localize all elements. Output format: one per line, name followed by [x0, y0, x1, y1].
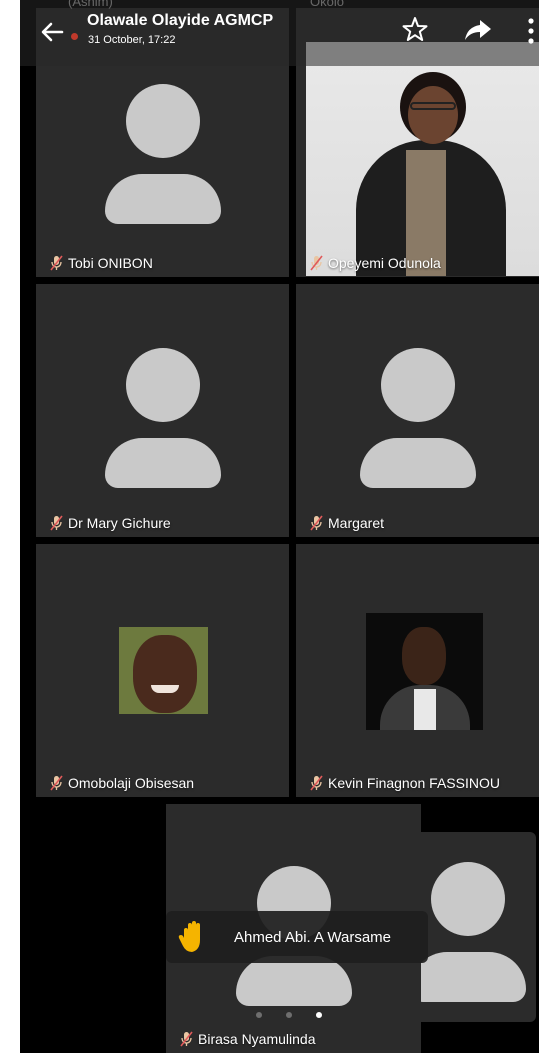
- call-datetime: 31 October, 17:22: [88, 34, 176, 46]
- raised-hand-notification[interactable]: Ahmed Abi. A Warsame: [166, 911, 428, 963]
- page-dot[interactable]: [286, 1012, 292, 1018]
- mic-muted-icon: [50, 255, 63, 271]
- back-arrow-icon[interactable]: [38, 18, 66, 46]
- participant-label: Omobolaji Obisesan: [50, 775, 194, 791]
- participant-label: Kevin Finagnon FASSINOU: [310, 775, 500, 791]
- participant-tile-margaret[interactable]: Margaret: [296, 284, 539, 537]
- participant-tile-kevin[interactable]: Kevin Finagnon FASSINOU: [296, 544, 539, 797]
- participant-tile-mary[interactable]: Dr Mary Gichure: [36, 284, 289, 537]
- avatar-placeholder: [104, 84, 221, 224]
- mic-muted-icon: [310, 255, 323, 271]
- glasses: [410, 102, 456, 110]
- participant-video: [366, 613, 483, 730]
- recording-dot: [71, 33, 78, 40]
- raised-hand-name: Ahmed Abi. A Warsame: [234, 928, 392, 946]
- participant-label: Dr Mary Gichure: [50, 515, 171, 531]
- person-smile: [151, 685, 179, 693]
- more-options-icon[interactable]: [526, 18, 536, 44]
- page-indicator[interactable]: [256, 1012, 322, 1018]
- participant-name: Tobi ONIBON: [68, 255, 153, 271]
- call-screen: Tobi ONIBON Opeyemi Odunola Dr Mary Gich…: [20, 0, 539, 1053]
- participant-name: Dr Mary Gichure: [68, 515, 171, 531]
- mic-muted-icon: [310, 775, 323, 791]
- person-face: [133, 635, 197, 713]
- call-header: (Ashim) Okolo Olawale Olayide AGMCP 31 O…: [20, 0, 539, 66]
- page-dot[interactable]: [256, 1012, 262, 1018]
- participant-name: Opeyemi Odunola: [328, 255, 441, 271]
- star-icon[interactable]: [402, 16, 428, 42]
- participant-label: Tobi ONIBON: [50, 255, 153, 271]
- avatar-placeholder: [359, 348, 476, 488]
- page-dot-active[interactable]: [316, 1012, 322, 1018]
- mic-muted-icon: [180, 1031, 193, 1047]
- ghost-label-right: Okolo: [310, 0, 344, 9]
- participant-video: [119, 627, 208, 714]
- person-shirt: [414, 689, 436, 730]
- mic-muted-icon: [310, 515, 323, 531]
- participant-label: Margaret: [310, 515, 384, 531]
- participant-tile-omobolaji[interactable]: Omobolaji Obisesan: [36, 544, 289, 797]
- participant-name: Margaret: [328, 515, 385, 531]
- call-title: Olawale Olayide AGMCP: [87, 12, 274, 29]
- participant-video: [306, 42, 539, 276]
- person-face: [408, 86, 458, 144]
- share-arrow-icon[interactable]: [464, 18, 492, 42]
- participant-name: Kevin Finagnon FASSINOU: [328, 775, 500, 791]
- avatar-placeholder: [104, 348, 221, 488]
- participant-name: Birasa Nyamulinda: [198, 1031, 316, 1047]
- mic-muted-icon: [50, 515, 63, 531]
- participant-name: Omobolaji Obisesan: [68, 775, 195, 791]
- raised-hand-icon: [178, 921, 200, 952]
- participant-label: Opeyemi Odunola: [310, 255, 441, 271]
- participant-label: Birasa Nyamulinda: [180, 1031, 316, 1047]
- ghost-label-left: (Ashim): [68, 0, 113, 9]
- person-face: [402, 627, 446, 685]
- mic-muted-icon: [50, 775, 63, 791]
